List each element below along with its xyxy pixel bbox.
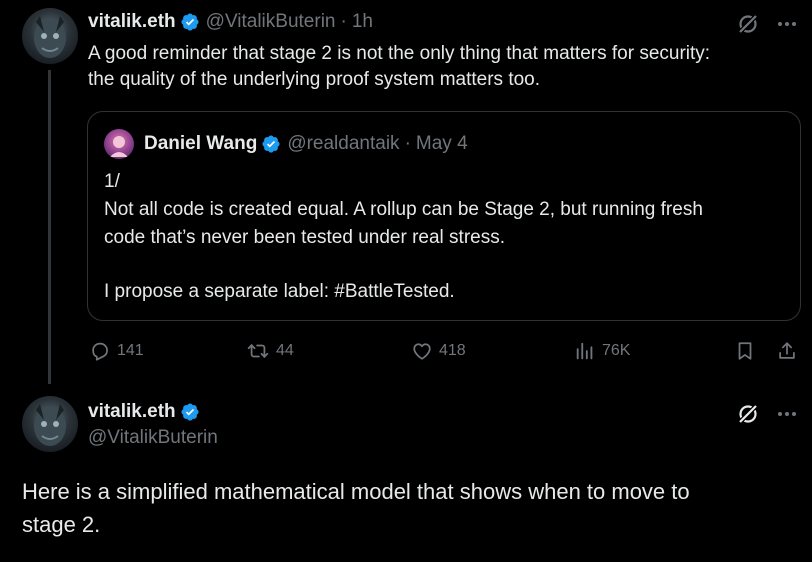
tweet-text-line: stage 2.: [22, 512, 101, 537]
quote-text-line: I propose a separate label: #BattleTeste…: [104, 281, 455, 302]
handle[interactable]: @VitalikButerin: [206, 11, 336, 33]
separator: ·: [404, 133, 411, 154]
views-count: 76K: [602, 342, 631, 359]
verified-icon: [181, 13, 199, 31]
timestamp[interactable]: 1h: [352, 11, 373, 33]
quote-display-name[interactable]: Daniel Wang: [144, 133, 257, 155]
verified-icon: [262, 135, 280, 153]
bookmark-icon: [738, 342, 752, 360]
quote-text-line: Not all code is created equal. A rollup …: [104, 199, 703, 220]
separator: ·: [340, 11, 347, 32]
thread-line: [48, 70, 51, 384]
like-button[interactable]: 418: [411, 340, 466, 362]
quote-text: 1/ Not all code is created equal. A roll…: [104, 169, 794, 305]
grok-icon: [738, 14, 758, 34]
tweet-text-line: the quality of the underlying proof syst…: [88, 69, 541, 90]
tweet-focused[interactable]: vitalik.eth @VitalikButerin Here is a si…: [0, 384, 812, 562]
quote-tweet[interactable]: Daniel Wang @realdantaik · May 4 1/ Not …: [87, 111, 801, 321]
tweet-first[interactable]: vitalik.eth @VitalikButerin · 1h A good …: [0, 0, 812, 384]
reply-button[interactable]: 141: [89, 340, 144, 362]
like-count: 418: [439, 342, 466, 359]
quote-text-line: code that’s never been tested under real…: [104, 227, 506, 248]
grok-button[interactable]: [736, 12, 760, 36]
author-info: vitalik.eth @VitalikButerin: [88, 400, 218, 449]
tweet-text: A good reminder that stage 2 is not the …: [88, 41, 808, 93]
share-button[interactable]: [776, 340, 798, 362]
more-icon: [778, 22, 796, 26]
verified-icon: [181, 403, 199, 421]
more-icon: [778, 412, 796, 416]
repost-count: 44: [276, 342, 294, 359]
more-button[interactable]: [776, 402, 798, 426]
share-icon: [779, 342, 795, 359]
grok-button[interactable]: [736, 402, 760, 426]
author-avatar[interactable]: [22, 8, 78, 64]
quote-text-line: 1/: [104, 171, 120, 192]
reply-count: 141: [117, 342, 144, 359]
quote-date[interactable]: May 4: [416, 133, 468, 155]
views-button[interactable]: 76K: [574, 340, 630, 362]
more-button[interactable]: [776, 12, 798, 36]
bookmark-button[interactable]: [734, 340, 756, 362]
repost-button[interactable]: 44: [246, 340, 294, 362]
tweet-text-line: A good reminder that stage 2 is not the …: [88, 43, 711, 64]
views-icon: [576, 342, 593, 360]
repost-icon: [247, 344, 269, 358]
like-icon: [413, 343, 431, 360]
tweet-header: vitalik.eth @VitalikButerin · 1h: [88, 10, 373, 34]
tweet-text: Here is a simplified mathematical model …: [22, 475, 802, 541]
grok-icon: [738, 404, 758, 424]
handle[interactable]: @VitalikButerin: [88, 427, 218, 449]
tweet-text-line: Here is a simplified mathematical model …: [22, 479, 690, 504]
display-name[interactable]: vitalik.eth: [88, 11, 176, 33]
display-name[interactable]: vitalik.eth: [88, 401, 176, 423]
reply-icon: [92, 342, 108, 361]
author-avatar[interactable]: [22, 396, 78, 452]
quote-handle[interactable]: @realdantaik: [287, 133, 399, 155]
quote-avatar[interactable]: [104, 129, 134, 159]
quote-header: Daniel Wang @realdantaik · May 4: [144, 132, 468, 156]
